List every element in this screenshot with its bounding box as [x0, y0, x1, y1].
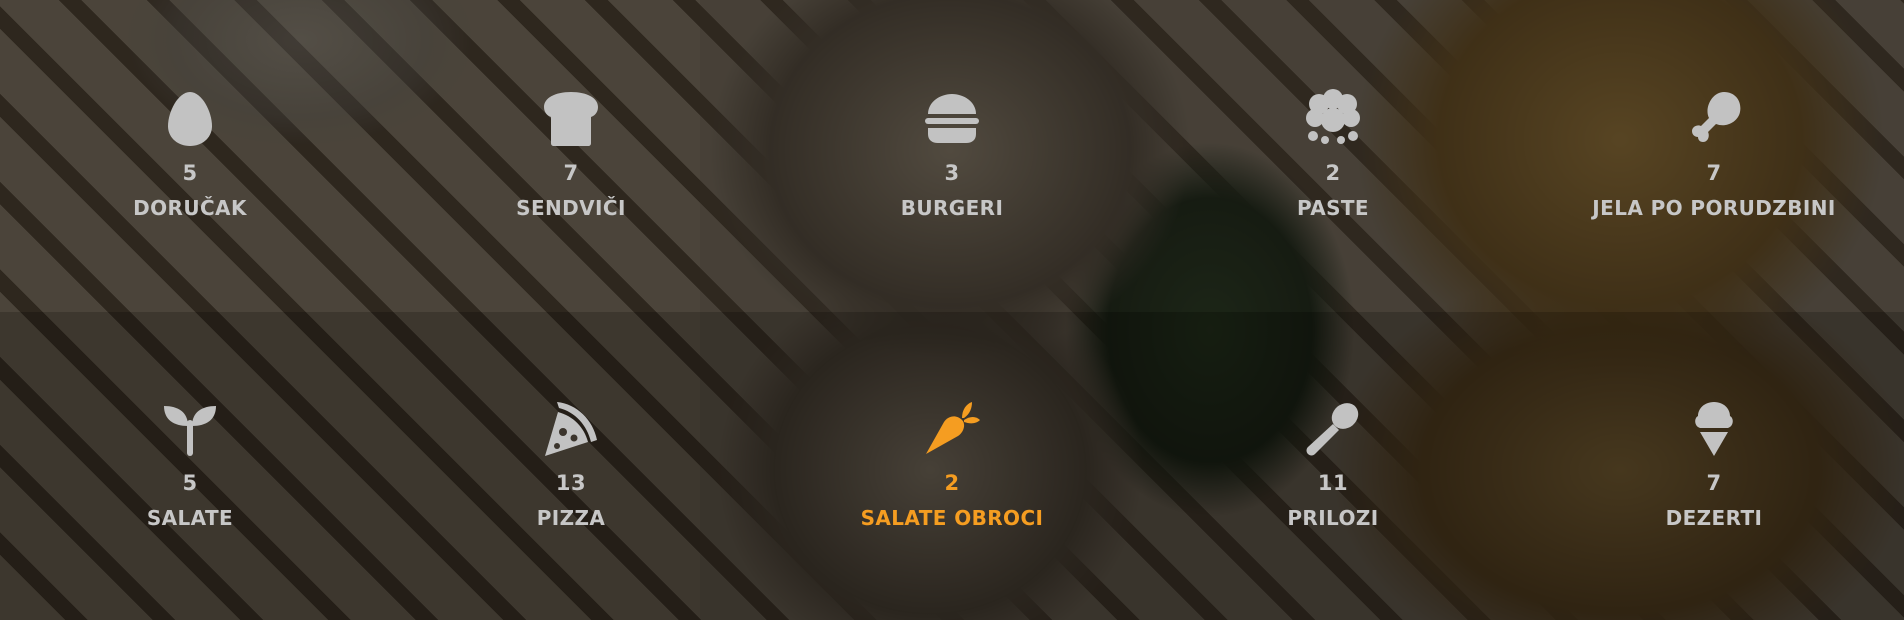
category-label: SALATE OBROCI — [860, 506, 1044, 530]
category-label: SALATE — [146, 506, 234, 530]
category-salate-obroci[interactable]: 2 SALATE OBROCI — [762, 398, 1142, 530]
category-paste[interactable]: 2 PASTE — [1143, 88, 1523, 220]
category-label: SENDVIČI — [516, 196, 626, 220]
ice-cream-icon — [1684, 398, 1744, 458]
category-sendvici[interactable]: 7 SENDVIČI — [381, 88, 761, 220]
category-count: 7 — [1706, 161, 1722, 185]
category-label: BURGERI — [900, 196, 1004, 220]
drumstick-icon — [1684, 88, 1744, 148]
category-label: PRILOZI — [1287, 506, 1379, 530]
category-burgeri[interactable]: 3 BURGERI — [762, 88, 1142, 220]
category-label: PASTE — [1296, 196, 1369, 220]
category-label: DORUČAK — [133, 196, 247, 220]
category-count: 3 — [944, 161, 960, 185]
burger-icon — [922, 88, 982, 148]
category-count: 5 — [182, 471, 198, 495]
carrot-icon — [922, 398, 982, 458]
category-label: JELA PO PORUDZBINI — [1592, 196, 1836, 220]
category-label: PIZZA — [536, 506, 606, 530]
egg-icon — [160, 88, 220, 148]
bread-icon — [541, 88, 601, 148]
category-count: 7 — [563, 161, 579, 185]
category-count: 13 — [555, 471, 587, 495]
category-grid: 5 DORUČAK 7 SENDVIČI 3 BURGERI 2 PASTE 7… — [0, 0, 1904, 620]
pasta-icon — [1303, 88, 1363, 148]
spoon-icon — [1303, 398, 1363, 458]
category-count: 2 — [944, 471, 960, 495]
category-prilozi[interactable]: 11 PRILOZI — [1143, 398, 1523, 530]
category-pizza[interactable]: 13 PIZZA — [381, 398, 761, 530]
category-count: 2 — [1325, 161, 1341, 185]
category-count: 11 — [1317, 471, 1349, 495]
category-dorucak[interactable]: 5 DORUČAK — [0, 88, 380, 220]
category-label: DEZERTI — [1665, 506, 1763, 530]
category-dezerti[interactable]: 7 DEZERTI — [1524, 398, 1904, 530]
sprout-icon — [160, 398, 220, 458]
category-salate[interactable]: 5 SALATE — [0, 398, 380, 530]
pizza-icon — [541, 398, 601, 458]
category-count: 7 — [1706, 471, 1722, 495]
category-jela-po-porudzbini[interactable]: 7 JELA PO PORUDZBINI — [1524, 88, 1904, 220]
category-count: 5 — [182, 161, 198, 185]
